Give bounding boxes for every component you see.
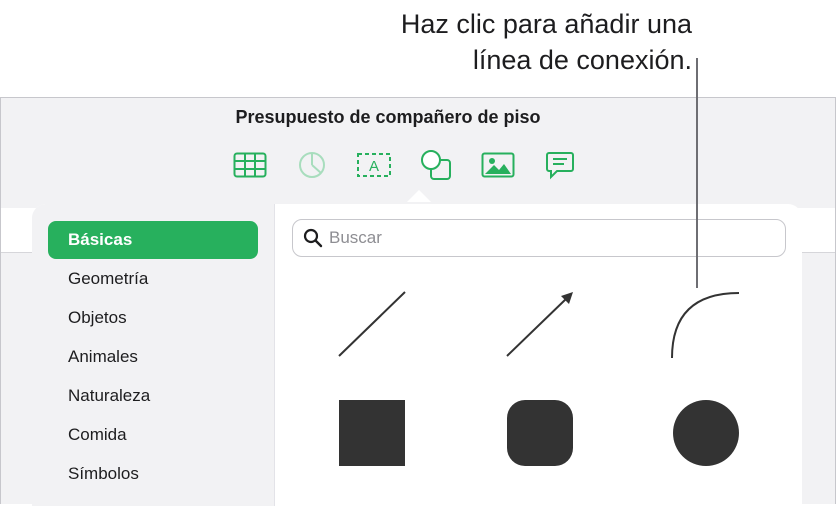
shape-button[interactable] bbox=[413, 146, 459, 184]
text-box-button[interactable]: A bbox=[351, 146, 397, 184]
circle-shape[interactable] bbox=[673, 400, 739, 466]
shape-category-sidebar: Básicas Geometría Objetos Animales Natur… bbox=[32, 204, 275, 506]
category-simbolos[interactable]: Símbolos bbox=[48, 455, 258, 493]
search-icon bbox=[303, 228, 323, 248]
shapes-popover: Básicas Geometría Objetos Animales Natur… bbox=[32, 204, 802, 506]
window-title: Presupuesto de compañero de piso bbox=[235, 107, 541, 127]
table-icon bbox=[233, 152, 267, 178]
line-shape[interactable] bbox=[337, 290, 407, 360]
insert-toolbar: A bbox=[227, 146, 583, 186]
category-animales[interactable]: Animales bbox=[48, 338, 258, 376]
callout-line-2: línea de conexión. bbox=[472, 45, 692, 75]
chart-button[interactable] bbox=[289, 146, 335, 184]
svg-text:A: A bbox=[369, 158, 379, 175]
callout-line-1: Haz clic para añadir una bbox=[400, 9, 692, 39]
callout-leader-line bbox=[696, 58, 698, 288]
category-naturaleza[interactable]: Naturaleza bbox=[48, 377, 258, 415]
chart-icon bbox=[299, 152, 325, 178]
text-box-icon: A bbox=[357, 153, 391, 177]
search-input[interactable] bbox=[327, 227, 771, 249]
shapes-content bbox=[275, 204, 802, 506]
category-objetos[interactable]: Objetos bbox=[48, 299, 258, 337]
media-button[interactable] bbox=[475, 146, 521, 184]
comment-button[interactable] bbox=[537, 146, 583, 184]
category-basicas[interactable]: Básicas bbox=[48, 221, 258, 259]
connection-line-shape[interactable] bbox=[669, 290, 744, 360]
square-shape[interactable] bbox=[339, 400, 405, 466]
search-field[interactable] bbox=[292, 219, 786, 257]
callout-annotation: Haz clic para añadir una línea de conexi… bbox=[401, 6, 692, 78]
rounded-square-shape[interactable] bbox=[507, 400, 573, 466]
popover-pointer bbox=[407, 190, 431, 202]
comment-icon bbox=[546, 152, 574, 180]
shape-icon bbox=[421, 150, 451, 180]
category-comida[interactable]: Comida bbox=[48, 416, 258, 454]
table-button[interactable] bbox=[227, 146, 273, 184]
media-icon bbox=[481, 152, 515, 178]
category-geometria[interactable]: Geometría bbox=[48, 260, 258, 298]
arrow-line-shape[interactable] bbox=[505, 290, 575, 360]
app-window: Presupuesto de compañero de piso A Básic… bbox=[0, 97, 836, 506]
